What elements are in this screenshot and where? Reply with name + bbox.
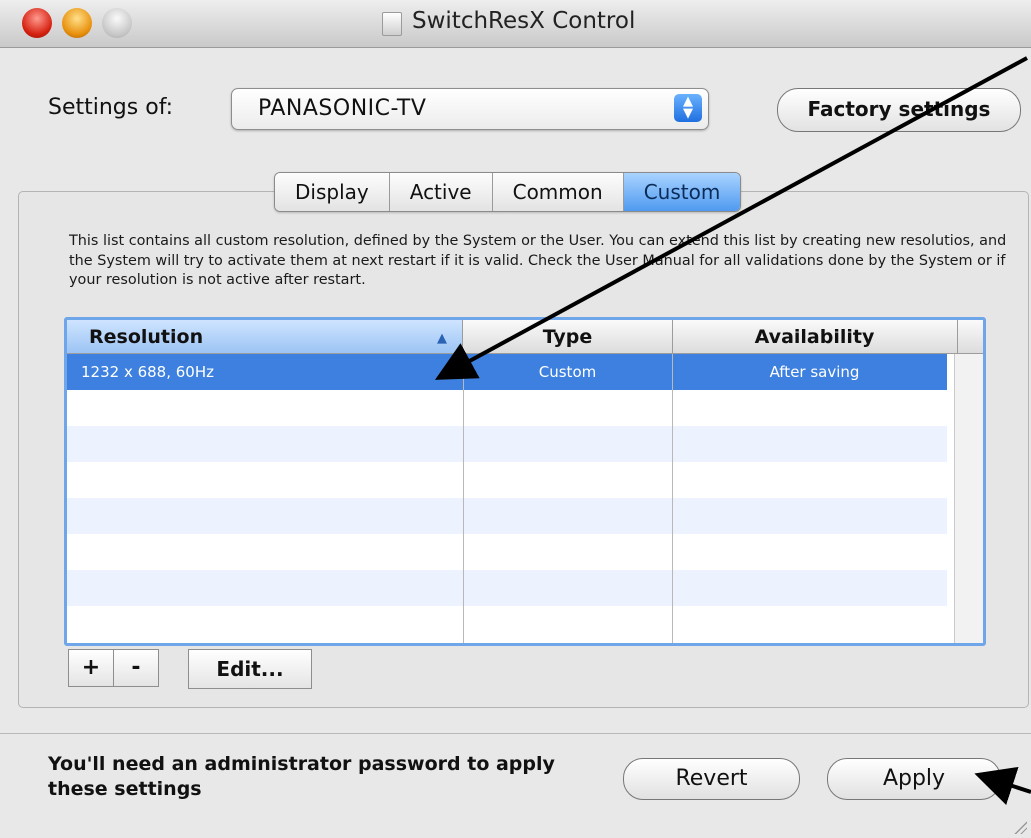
- tab-custom[interactable]: Custom: [623, 173, 741, 211]
- apply-button[interactable]: Apply: [827, 758, 1001, 800]
- settings-of-label: Settings of:: [48, 95, 174, 120]
- column-header-type[interactable]: Type: [463, 320, 673, 353]
- add-remove-buttons: + -: [68, 649, 159, 687]
- empty-row: [67, 426, 947, 462]
- tab-common[interactable]: Common: [492, 173, 624, 211]
- resize-grip-icon[interactable]: [1013, 820, 1027, 834]
- edit-resolution-button[interactable]: Edit...: [188, 649, 312, 689]
- empty-row: [67, 534, 947, 570]
- empty-row: [67, 570, 947, 606]
- empty-row: [67, 390, 947, 426]
- custom-description: This list contains all custom resolution…: [69, 233, 1007, 288]
- factory-settings-button[interactable]: Factory settings: [777, 88, 1021, 132]
- sort-ascending-icon: ▲: [437, 331, 447, 346]
- column-header-availability[interactable]: Availability: [672, 320, 958, 353]
- vertical-scrollbar[interactable]: [954, 354, 983, 643]
- column-divider: [463, 354, 464, 643]
- close-window-button[interactable]: [22, 8, 52, 38]
- table-header: Resolution ▲ Type Availability: [67, 320, 983, 354]
- table-row[interactable]: 1232 x 688, 60Hz Custom After saving: [67, 354, 947, 390]
- admin-password-note: You'll need an administrator password to…: [48, 753, 555, 800]
- minimize-window-button[interactable]: [62, 8, 92, 38]
- tab-display[interactable]: Display: [275, 173, 390, 211]
- empty-row: [67, 606, 947, 642]
- column-header-resolution[interactable]: Resolution ▲: [67, 320, 463, 353]
- cell-type: Custom: [538, 363, 597, 381]
- empty-row: [67, 498, 947, 534]
- footer-divider: [0, 733, 1031, 734]
- app-document-icon: [382, 12, 402, 36]
- add-resolution-button[interactable]: +: [69, 650, 113, 686]
- display-select[interactable]: PANASONIC-TV ▲ ▼: [231, 88, 709, 130]
- tab-active[interactable]: Active: [389, 173, 493, 211]
- table-body: 1232 x 688, 60Hz Custom After saving: [67, 354, 947, 643]
- cell-resolution: 1232 x 688, 60Hz: [81, 363, 214, 381]
- remove-resolution-button[interactable]: -: [113, 650, 158, 686]
- window-title: SwitchResX Control: [412, 8, 636, 34]
- resolution-table[interactable]: Resolution ▲ Type Availability 1232 x 68…: [64, 317, 986, 646]
- display-select-value: PANASONIC-TV: [258, 96, 427, 121]
- zoom-window-button[interactable]: [102, 8, 132, 38]
- revert-button[interactable]: Revert: [623, 758, 800, 800]
- cell-availability: After saving: [769, 363, 860, 381]
- title-bar: SwitchResX Control: [0, 0, 1031, 48]
- tab-bar: Display Active Common Custom: [274, 172, 742, 212]
- empty-row: [67, 462, 947, 498]
- column-divider: [672, 354, 673, 643]
- up-down-arrows-icon: ▲ ▼: [674, 94, 702, 122]
